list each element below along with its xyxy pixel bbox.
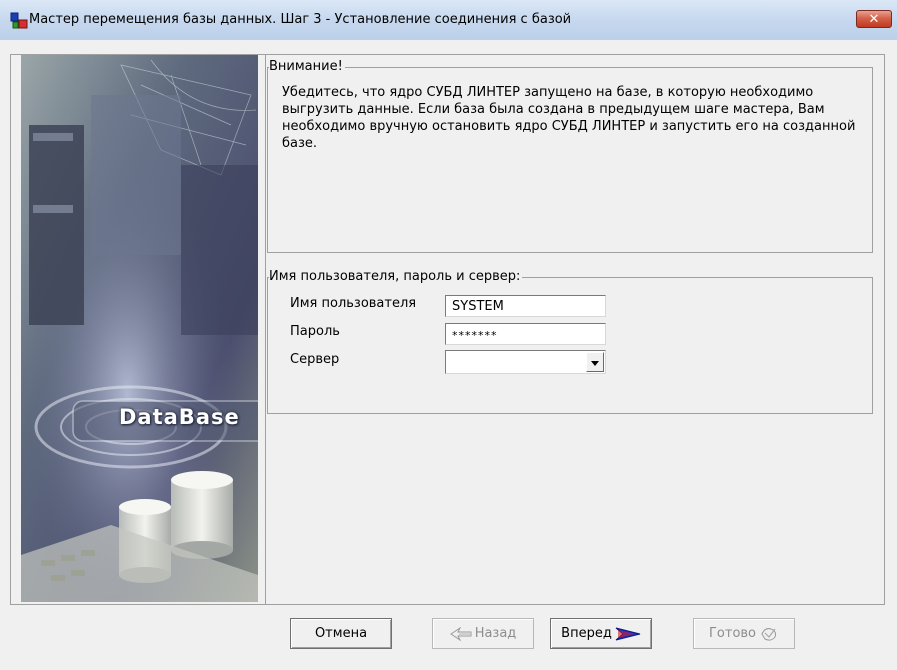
database-logo-text: DataBase bbox=[119, 405, 240, 429]
credentials-group: Имя пользователя, пароль и сервер: Имя п… bbox=[267, 269, 873, 414]
server-label: Сервер bbox=[290, 352, 340, 367]
wizard-body: DataBase Внимание! Убедитесь, что ядро С… bbox=[0, 40, 897, 670]
panel-divider bbox=[265, 55, 266, 604]
back-arrow-icon bbox=[449, 626, 472, 641]
window-title: Мастер перемещения базы данных. Шаг 3 - … bbox=[29, 12, 572, 27]
next-button-label: Вперед bbox=[561, 626, 612, 641]
notice-message: Убедитесь, что ядро СУБД ЛИНТЕР запущено… bbox=[282, 85, 856, 151]
credentials-legend: Имя пользователя, пароль и сервер: bbox=[269, 269, 523, 284]
next-button[interactable]: Вперед bbox=[550, 618, 652, 649]
close-icon: ✕ bbox=[868, 12, 880, 27]
cancel-button[interactable]: Отмена bbox=[290, 618, 392, 649]
password-label: Пароль bbox=[290, 324, 340, 339]
finish-button[interactable]: Готово bbox=[693, 618, 795, 649]
wizard-content-panel: DataBase Внимание! Убедитесь, что ядро С… bbox=[10, 54, 885, 605]
notice-legend: Внимание! bbox=[269, 59, 345, 74]
notice-group: Внимание! Убедитесь, что ядро СУБД ЛИНТЕ… bbox=[267, 59, 873, 253]
username-input[interactable] bbox=[445, 295, 606, 317]
back-button[interactable]: Назад bbox=[432, 618, 534, 649]
close-button[interactable]: ✕ bbox=[856, 10, 892, 28]
wizard-sidebar-image: DataBase bbox=[21, 55, 258, 602]
chevron-down-icon[interactable] bbox=[586, 352, 604, 372]
server-select[interactable] bbox=[445, 350, 606, 374]
title-bar[interactable]: Мастер перемещения базы данных. Шаг 3 - … bbox=[0, 0, 897, 41]
finish-button-label: Готово bbox=[708, 626, 757, 641]
database-wizard-icon bbox=[10, 12, 28, 30]
username-label: Имя пользователя bbox=[290, 296, 417, 311]
cancel-button-label: Отмена bbox=[314, 626, 368, 641]
finish-icon bbox=[759, 625, 779, 643]
back-button-label: Назад bbox=[474, 626, 517, 641]
next-arrow-icon bbox=[615, 625, 641, 643]
password-input[interactable] bbox=[445, 323, 606, 345]
